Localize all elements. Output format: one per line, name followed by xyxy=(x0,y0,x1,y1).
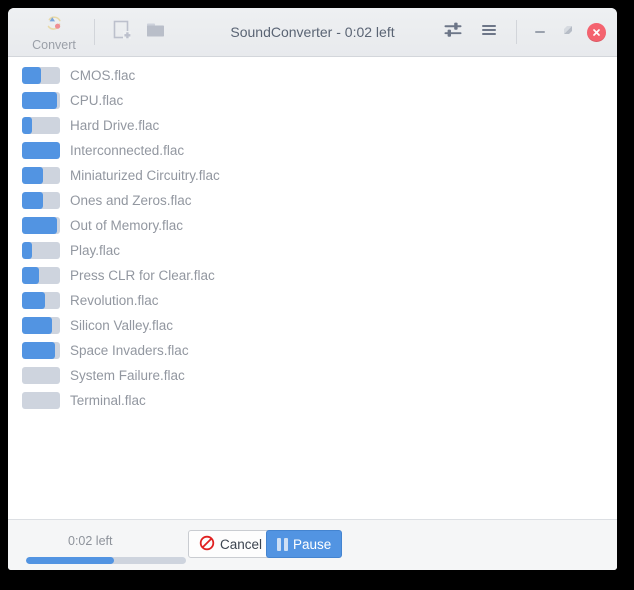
close-icon xyxy=(586,22,606,42)
file-row[interactable]: Interconnected.flac xyxy=(8,138,617,163)
pause-icon xyxy=(277,537,288,551)
add-folder-button[interactable] xyxy=(139,15,173,49)
file-progress-bar xyxy=(22,67,60,84)
file-progress-fill xyxy=(22,242,32,259)
file-row[interactable]: Revolution.flac xyxy=(8,288,617,313)
file-name-label: Interconnected.flac xyxy=(70,143,185,158)
file-progress-fill xyxy=(22,317,53,334)
file-row[interactable]: Play.flac xyxy=(8,238,617,263)
file-progress-fill xyxy=(22,92,57,109)
file-row[interactable]: Silicon Valley.flac xyxy=(8,313,617,338)
header-bar: Convert SoundConverter - 0:02 left xyxy=(8,8,617,57)
file-name-label: CMOS.flac xyxy=(70,68,136,83)
file-row[interactable]: Space Invaders.flac xyxy=(8,338,617,363)
file-progress-fill xyxy=(22,167,43,184)
file-progress-fill xyxy=(22,117,32,134)
file-row[interactable]: Hard Drive.flac xyxy=(8,113,617,138)
file-list[interactable]: CMOS.flac CPU.flac Hard Drive.flac Intercon… xyxy=(8,57,617,519)
file-progress-bar xyxy=(22,342,60,359)
file-row[interactable]: CMOS.flac xyxy=(8,63,617,88)
menu-button[interactable] xyxy=(472,15,506,49)
file-row[interactable]: Terminal.flac xyxy=(8,388,617,413)
add-file-icon xyxy=(112,19,132,46)
file-progress-fill xyxy=(22,192,43,209)
file-progress-bar xyxy=(22,317,60,334)
minimize-icon xyxy=(535,31,545,33)
file-progress-fill xyxy=(22,342,56,359)
cancel-button[interactable]: Cancel xyxy=(188,530,274,558)
file-progress-fill xyxy=(22,217,57,234)
file-progress-bar xyxy=(22,267,60,284)
convert-refresh-icon xyxy=(43,13,65,38)
file-progress-bar xyxy=(22,292,60,309)
file-progress-fill xyxy=(22,142,60,159)
file-name-label: Silicon Valley.flac xyxy=(70,318,174,333)
toolbar-separator xyxy=(94,19,95,45)
header-separator xyxy=(516,20,517,44)
close-button[interactable] xyxy=(583,19,609,45)
file-row[interactable]: Out of Memory.flac xyxy=(8,213,617,238)
file-progress-fill xyxy=(22,267,40,284)
total-progress-fill xyxy=(26,557,114,564)
maximize-restore-icon xyxy=(561,23,575,42)
file-name-label: Press CLR for Clear.flac xyxy=(70,268,215,283)
add-file-button[interactable] xyxy=(105,15,139,49)
file-name-label: Terminal.flac xyxy=(70,393,146,408)
file-progress-fill xyxy=(22,292,45,309)
soundconverter-window: Convert SoundConverter - 0:02 left CMOS.… xyxy=(8,8,617,570)
file-progress-bar xyxy=(22,392,60,409)
file-name-label: Hard Drive.flac xyxy=(70,118,160,133)
convert-button[interactable]: Convert xyxy=(22,9,86,55)
file-progress-bar xyxy=(22,217,60,234)
file-row[interactable]: Ones and Zeros.flac xyxy=(8,188,617,213)
cancel-button-label: Cancel xyxy=(220,536,263,552)
file-progress-bar xyxy=(22,167,60,184)
eta-label: 0:02 left xyxy=(68,534,113,548)
file-progress-bar xyxy=(22,142,60,159)
file-name-label: CPU.flac xyxy=(70,93,124,108)
total-progress-bar xyxy=(26,557,186,564)
convert-button-label: Convert xyxy=(32,37,76,52)
file-progress-fill xyxy=(22,67,41,84)
pause-button[interactable]: Pause xyxy=(266,530,343,558)
file-name-label: Play.flac xyxy=(70,243,121,258)
file-row[interactable]: System Failure.flac xyxy=(8,363,617,388)
file-progress-bar xyxy=(22,367,60,384)
preferences-button[interactable] xyxy=(436,15,470,49)
file-name-label: Space Invaders.flac xyxy=(70,343,189,358)
add-folder-icon xyxy=(145,20,167,45)
toolbar-left: Convert xyxy=(8,8,173,56)
no-entry-icon xyxy=(199,535,215,554)
file-progress-bar xyxy=(22,192,60,209)
file-row[interactable]: Miniaturized Circuitry.flac xyxy=(8,163,617,188)
header-right-controls xyxy=(436,8,609,56)
file-row[interactable]: Press CLR for Clear.flac xyxy=(8,263,617,288)
file-progress-bar xyxy=(22,242,60,259)
file-name-label: Miniaturized Circuitry.flac xyxy=(70,168,220,183)
file-name-label: Out of Memory.flac xyxy=(70,218,184,233)
file-name-label: Revolution.flac xyxy=(70,293,159,308)
maximize-button[interactable] xyxy=(555,19,581,45)
hamburger-menu-icon xyxy=(480,22,498,43)
sliders-icon xyxy=(443,21,463,44)
file-name-label: Ones and Zeros.flac xyxy=(70,193,192,208)
status-bar: 0:02 left Cancel Pause xyxy=(8,519,617,570)
pause-button-label: Pause xyxy=(293,536,332,552)
file-row[interactable]: CPU.flac xyxy=(8,88,617,113)
minimize-button[interactable] xyxy=(527,19,553,45)
file-progress-bar xyxy=(22,92,60,109)
file-progress-bar xyxy=(22,117,60,134)
file-name-label: System Failure.flac xyxy=(70,368,185,383)
